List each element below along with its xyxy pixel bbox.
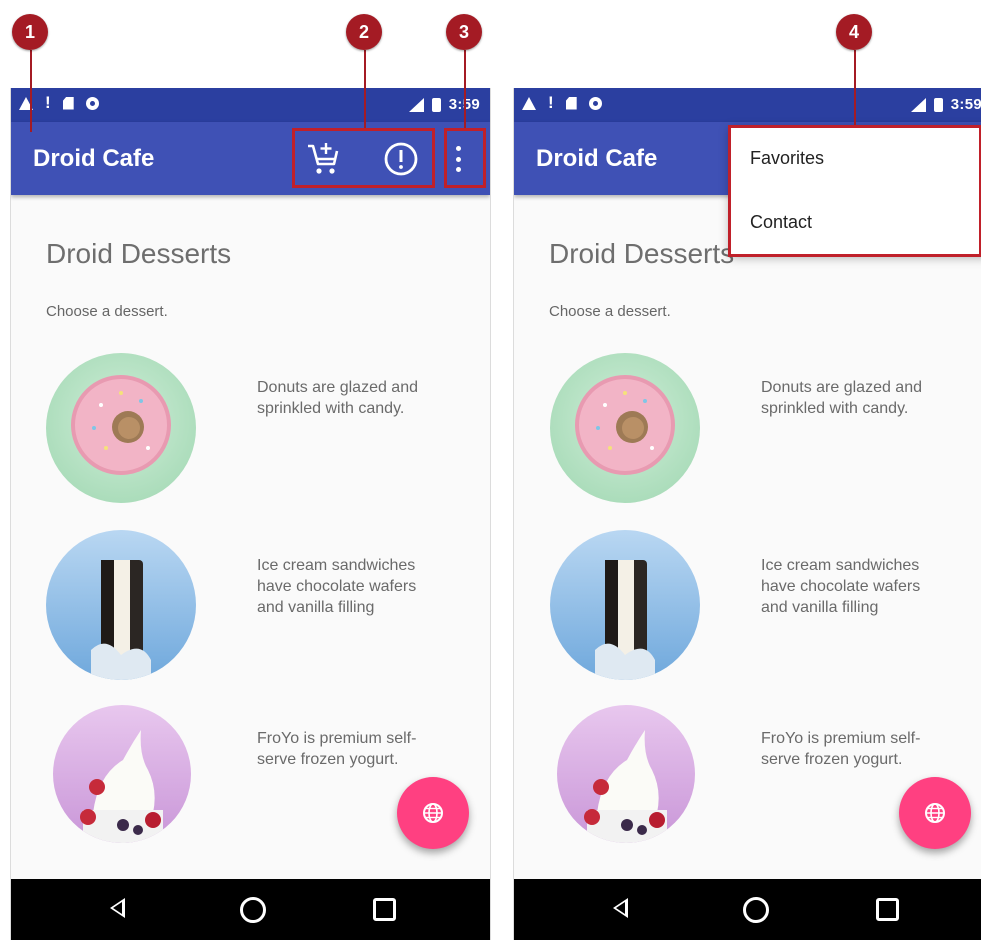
app-title: Droid Cafe — [33, 145, 155, 172]
nav-recent-icon[interactable] — [373, 898, 396, 921]
fab-button[interactable] — [899, 777, 971, 849]
globe-icon — [925, 803, 945, 823]
ice-cream-sandwich-description: Ice cream sandwiches have chocolate wafe… — [761, 557, 921, 616]
callout-box-menu — [728, 125, 981, 257]
nav-bar — [11, 879, 490, 940]
donut-image[interactable] — [550, 353, 700, 503]
status-bar: ! 3:59 — [514, 88, 981, 122]
froyo-image[interactable] — [557, 705, 695, 843]
callout-box-action-icons — [292, 128, 435, 188]
status-bar: ! 3:59 — [11, 88, 490, 122]
ice-cream-sandwich-image[interactable] — [550, 530, 700, 680]
fab-button[interactable] — [397, 777, 469, 849]
nav-back-icon[interactable] — [613, 898, 628, 918]
nav-home-icon[interactable] — [743, 897, 769, 923]
globe-icon — [423, 803, 443, 823]
page-heading: Droid Desserts — [46, 238, 232, 269]
nav-bar — [514, 879, 981, 940]
page-subtext: Choose a dessert. — [46, 303, 168, 320]
alert-icon: ! — [45, 93, 51, 112]
sd-card-icon — [565, 96, 577, 110]
signal-icon — [408, 97, 424, 112]
alert-icon: ! — [548, 93, 554, 112]
callout-badge-3: 3 — [446, 14, 482, 50]
donut-description: Donuts are glazed and sprinkled with can… — [257, 379, 418, 417]
warning-icon — [522, 96, 536, 110]
page-heading: Droid Desserts — [549, 238, 735, 269]
signal-icon — [910, 97, 926, 112]
chat-icon — [85, 96, 99, 110]
battery-icon — [431, 97, 441, 112]
phone-screen-default: ! 3:59 Droid Cafe — [10, 88, 491, 940]
froyo-description: FroYo is premium self-serve frozen yogur… — [761, 730, 921, 768]
froyo-description: FroYo is premium self-serve frozen yogur… — [257, 730, 417, 768]
sd-card-icon — [62, 96, 74, 110]
donut-description: Donuts are glazed and sprinkled with can… — [761, 379, 922, 417]
nav-recent-icon[interactable] — [876, 898, 899, 921]
donut-image[interactable] — [46, 353, 196, 503]
callout-badge-4: 4 — [836, 14, 872, 50]
callout-line-1 — [30, 50, 32, 132]
froyo-image[interactable] — [53, 705, 191, 843]
main-content: Droid Desserts Choose a dessert. Donuts … — [514, 195, 981, 879]
callout-box-overflow — [444, 128, 486, 188]
callout-line-2 — [364, 50, 366, 128]
chat-icon — [588, 96, 602, 110]
battery-icon — [933, 97, 943, 112]
callout-badge-2: 2 — [346, 14, 382, 50]
callout-badge-1: 1 — [12, 14, 48, 50]
callout-line-3 — [464, 50, 466, 128]
nav-back-icon[interactable] — [110, 898, 125, 918]
main-content: Droid Desserts Choose a dessert. Donuts … — [11, 195, 490, 879]
nav-home-icon[interactable] — [240, 897, 266, 923]
page-subtext: Choose a dessert. — [549, 303, 671, 320]
status-time: 3:59 — [950, 96, 981, 113]
ice-cream-sandwich-image[interactable] — [46, 530, 196, 680]
callout-line-4 — [854, 50, 856, 125]
app-title: Droid Cafe — [536, 145, 658, 172]
ice-cream-sandwich-description: Ice cream sandwiches have chocolate wafe… — [257, 557, 417, 616]
phone-screen-overflow-open: ! 3:59 Droid Cafe Droid Desserts Choose … — [513, 88, 981, 940]
